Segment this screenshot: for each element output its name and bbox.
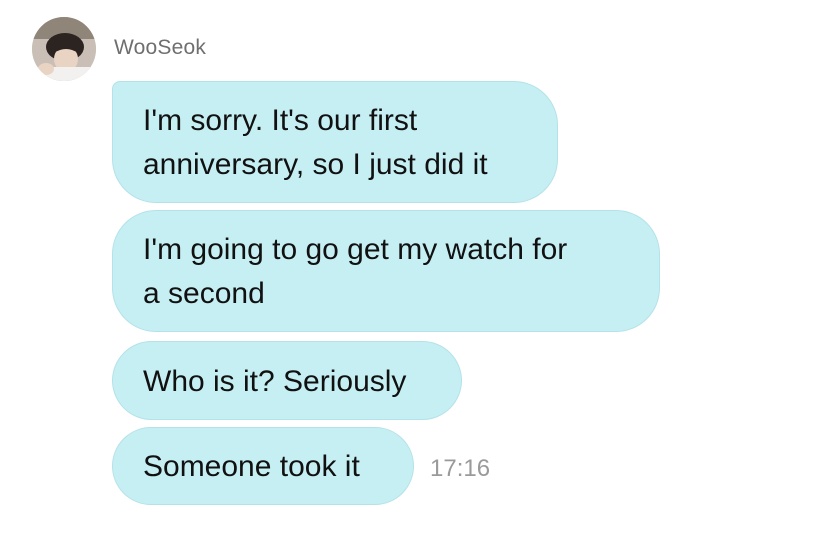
message-timestamp: 17:16 — [430, 455, 491, 482]
message-line: Who is it? Seriously — [143, 365, 407, 398]
message-line: Someone took it — [143, 450, 360, 483]
avatar[interactable] — [32, 17, 96, 81]
message-bubble[interactable]: I'm going to go get my watch for a secon… — [112, 210, 660, 332]
message-line: a second — [143, 277, 265, 310]
message-line: anniversary, so I just did it — [143, 148, 488, 181]
message-bubble[interactable]: I'm sorry. It's our first anniversary, s… — [112, 81, 558, 203]
message-line: I'm sorry. It's our first — [143, 104, 418, 137]
message-line: I'm going to go get my watch for — [143, 233, 568, 266]
profile-photo — [32, 17, 96, 81]
message-bubble[interactable]: Who is it? Seriously — [112, 341, 462, 420]
message-bubble[interactable]: Someone took it — [112, 427, 414, 505]
sender-name: WooSeok — [114, 36, 207, 59]
